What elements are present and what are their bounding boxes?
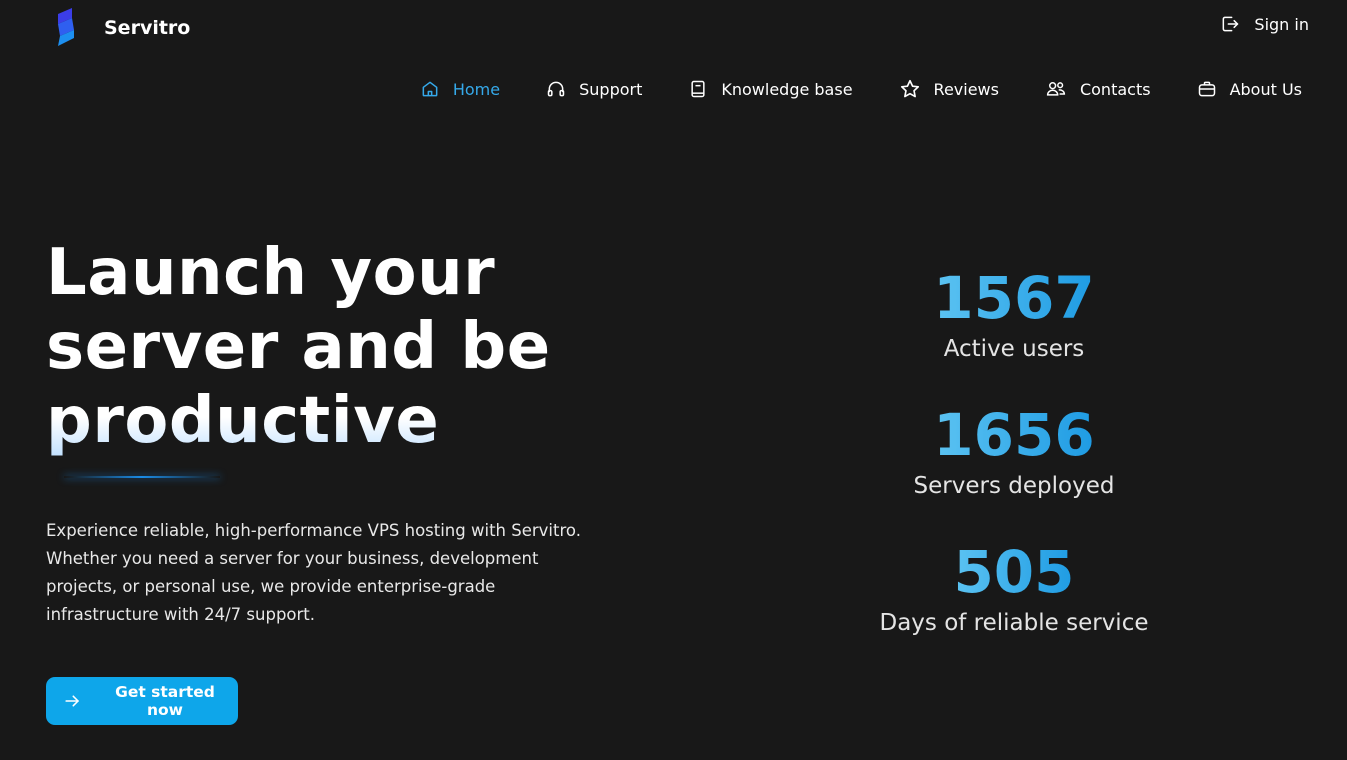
stat-value: 505 bbox=[953, 538, 1075, 606]
brand-name: Servitro bbox=[104, 17, 191, 39]
nav-item-label: Contacts bbox=[1079, 79, 1151, 99]
home-icon bbox=[422, 81, 438, 97]
book-icon bbox=[691, 80, 705, 98]
stat-label: Days of reliable service bbox=[879, 610, 1149, 636]
stat-active-users: 1567 Active users bbox=[933, 262, 1094, 364]
users-icon bbox=[1046, 82, 1066, 96]
stat-label: Servers deployed bbox=[913, 473, 1115, 499]
nav-item-support[interactable]: Support bbox=[546, 79, 642, 99]
nav-item-about-us[interactable]: About Us bbox=[1197, 79, 1302, 99]
nav-item-knowledge-base[interactable]: Knowledge base bbox=[688, 79, 853, 99]
logo-icon bbox=[58, 8, 74, 46]
hero-title-line: productive bbox=[46, 384, 606, 458]
get-started-label: Get started now bbox=[115, 683, 215, 719]
nav-item-home[interactable]: Home bbox=[420, 79, 500, 99]
nav-item-label: About Us bbox=[1229, 79, 1302, 99]
hero-title-line: Launch your bbox=[46, 236, 496, 310]
nav-item-label: Home bbox=[452, 79, 501, 99]
stat-value: 1567 bbox=[933, 264, 1095, 332]
sign-in-icon bbox=[1223, 16, 1239, 32]
star-icon bbox=[900, 79, 919, 98]
arrow-right-icon bbox=[65, 695, 79, 707]
sign-in-label: Sign in bbox=[1254, 14, 1309, 34]
sign-in-button[interactable]: Sign in bbox=[1220, 14, 1309, 34]
main-nav: Home Support Knowledge base Reviews Cont… bbox=[420, 78, 1302, 100]
stat-label: Active users bbox=[943, 336, 1085, 362]
hero-title: Launch your server and be productive bbox=[46, 236, 606, 458]
stat-servers-deployed: 1656 Servers deployed bbox=[914, 399, 1115, 501]
nav-item-contacts[interactable]: Contacts bbox=[1045, 79, 1151, 99]
get-started-button[interactable]: Get started now bbox=[46, 677, 238, 725]
stats-panel: 1567 Active users 1656 Servers deployed … bbox=[814, 262, 1214, 638]
nav-item-label: Knowledge base bbox=[721, 79, 853, 99]
hero-description: Experience reliable, high-performance VP… bbox=[46, 521, 581, 624]
briefcase-icon bbox=[1198, 81, 1215, 97]
nav-item-label: Support bbox=[579, 79, 643, 99]
landing-page: Servitro Sign in Home Support Knowledge … bbox=[0, 0, 1347, 760]
stat-value: 1656 bbox=[933, 401, 1095, 469]
nav-item-label: Reviews bbox=[933, 79, 999, 99]
hero-title-line: server and be bbox=[46, 310, 551, 384]
headphones-icon bbox=[547, 81, 565, 97]
stat-days-of-service: 505 Days of reliable service bbox=[879, 536, 1148, 638]
nav-item-reviews[interactable]: Reviews bbox=[899, 78, 999, 100]
brand[interactable]: Servitro bbox=[56, 8, 190, 48]
title-underline-glow bbox=[64, 476, 220, 478]
